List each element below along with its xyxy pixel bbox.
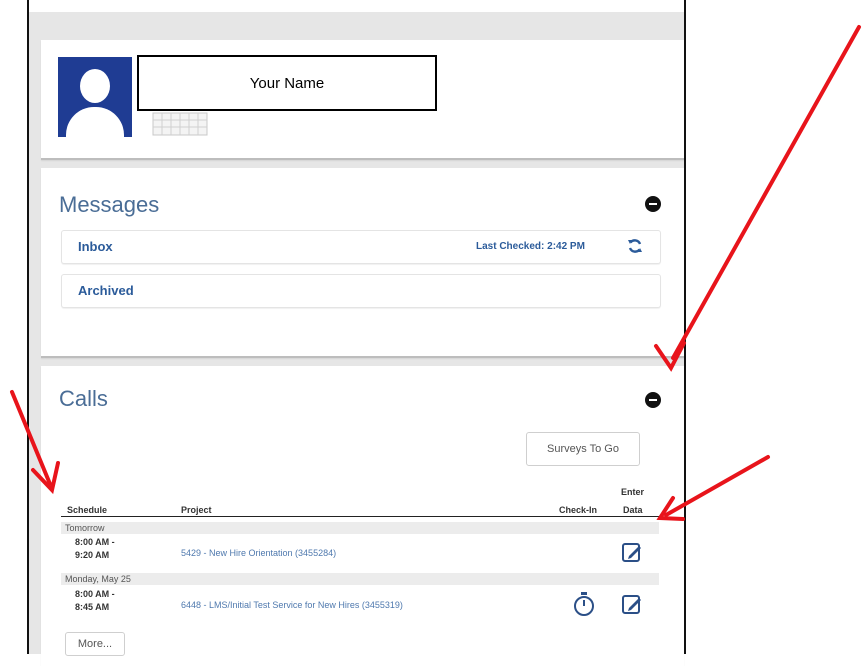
keyboard-icon[interactable] <box>152 112 208 136</box>
schedule-time: 8:00 AM - 8:45 AM <box>75 589 115 612</box>
minus-circle-icon[interactable] <box>645 196 661 212</box>
column-header-schedule: Schedule <box>67 505 108 515</box>
messages-card: Messages Inbox Last Checked: 2:42 PM Arc… <box>41 168 684 358</box>
group-header-monday: Monday, May 25 <box>61 573 659 585</box>
group-header-tomorrow: Tomorrow <box>61 522 659 534</box>
calls-card: Calls Surveys To Go Schedule Project Che… <box>41 366 684 666</box>
edit-data-icon[interactable] <box>621 593 643 615</box>
project-link[interactable]: 6448 - LMS/Initial Test Service for New … <box>181 600 403 610</box>
name-field[interactable]: Your Name <box>137 55 437 111</box>
project-link[interactable]: 5429 - New Hire Orientation (3455284) <box>181 548 336 558</box>
minus-circle-icon[interactable] <box>645 392 661 408</box>
refresh-icon[interactable] <box>627 238 643 254</box>
messages-title: Messages <box>59 192 160 217</box>
column-header-checkin: Check-In <box>559 505 598 515</box>
column-header-project: Project <box>181 505 212 515</box>
stopwatch-icon[interactable] <box>573 592 595 616</box>
right-border-line <box>684 0 686 654</box>
more-button[interactable]: More... <box>65 632 125 656</box>
column-header-enter: Enter <box>621 487 645 497</box>
last-checked-text: Last Checked: 2:42 PM <box>476 241 585 252</box>
table-header-divider <box>61 516 659 517</box>
inbox-label[interactable]: Inbox <box>78 239 113 254</box>
archived-row[interactable]: Archived <box>61 274 661 308</box>
column-header-data: Data <box>623 505 643 515</box>
annotation-arrow <box>671 25 861 360</box>
surveys-to-go-button[interactable]: Surveys To Go <box>526 432 640 466</box>
inbox-row[interactable]: Inbox Last Checked: 2:42 PM <box>61 230 661 264</box>
schedule-time: 8:00 AM - 9:20 AM <box>75 537 115 560</box>
edit-data-icon[interactable] <box>621 541 643 563</box>
user-avatar-icon <box>58 57 132 137</box>
dashboard-panel: Your Name Messages Inbox Last Checked: 2… <box>29 12 684 666</box>
calls-title: Calls <box>59 386 108 411</box>
profile-card: Your Name <box>41 40 684 160</box>
archived-label[interactable]: Archived <box>78 283 134 298</box>
